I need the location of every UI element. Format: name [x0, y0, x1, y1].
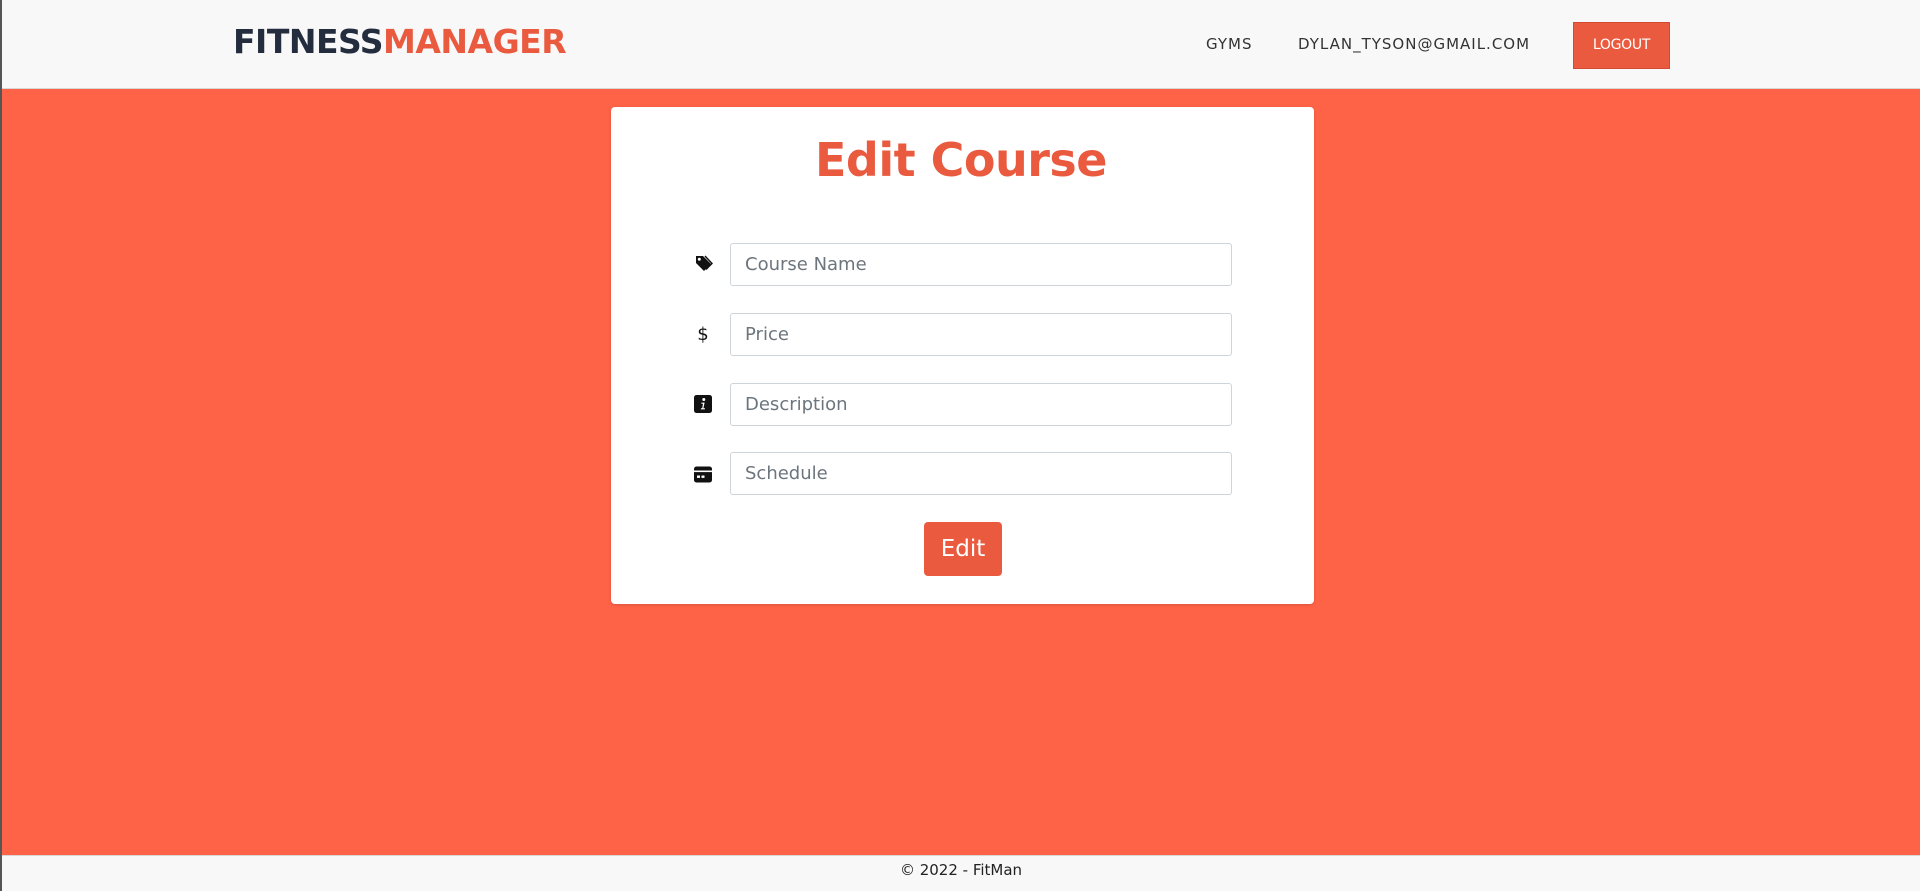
course-name-input[interactable] [730, 243, 1232, 286]
nav-link-gyms[interactable]: GYMS [1206, 35, 1253, 53]
description-input[interactable] [730, 383, 1232, 426]
calendar-icon [691, 462, 715, 486]
tag-icon [691, 252, 715, 276]
schedule-input[interactable] [730, 452, 1232, 495]
dollar-icon: $ [697, 323, 709, 345]
navbar: FITNESSMANAGER GYMS DYLAN_TYSON@GMAIL.CO… [2, 0, 1920, 89]
price-input[interactable] [730, 313, 1232, 356]
footer-copyright: © 2022 - FitMan [899, 861, 1023, 879]
brand-manager: MANAGER [383, 22, 567, 61]
page-title: Edit Course [815, 133, 1108, 187]
edit-button[interactable]: Edit [924, 522, 1002, 576]
brand-logo[interactable]: FITNESSMANAGER [233, 20, 567, 64]
logout-button[interactable]: LOGOUT [1573, 22, 1670, 69]
info-icon [691, 392, 715, 416]
nav-link-user-email[interactable]: DYLAN_TYSON@GMAIL.COM [1298, 35, 1530, 53]
brand-fitness: FITNESS [233, 22, 384, 61]
footer: © 2022 - FitMan [2, 855, 1920, 891]
